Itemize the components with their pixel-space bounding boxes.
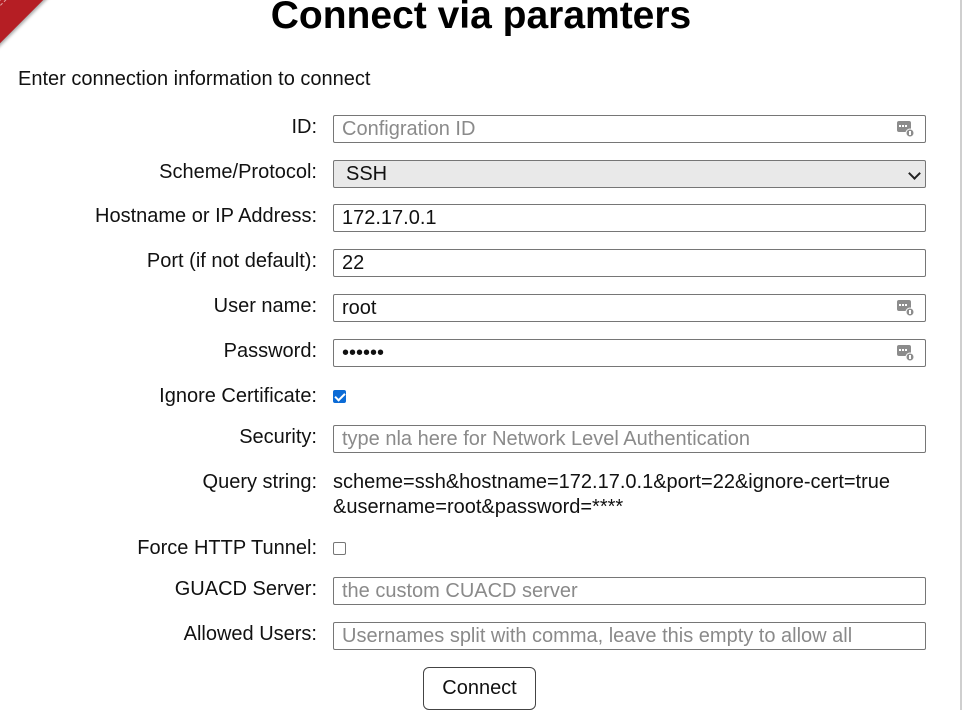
password-label: Password: <box>223 340 317 362</box>
page: Connect via paramters Enter connection i… <box>0 0 962 710</box>
allowed-users-label: Allowed Users: <box>183 623 317 645</box>
force-http-label: Force HTTP Tunnel: <box>137 537 317 559</box>
scheme-select[interactable]: SSH <box>333 160 926 188</box>
scheme-selected-value: SSH <box>346 163 388 185</box>
query-string-value: scheme=ssh&hostname=172.17.0.1&port=22&i… <box>333 471 891 518</box>
force-http-checkbox[interactable] <box>333 542 346 555</box>
port-label: Port (if not default): <box>146 250 317 272</box>
password-manager-key-icon[interactable] <box>897 300 914 316</box>
port-input[interactable] <box>333 249 926 277</box>
guacd-server-input[interactable] <box>333 577 926 605</box>
intro-text: Enter connection information to connect <box>18 68 371 90</box>
password-manager-key-icon[interactable] <box>897 121 914 137</box>
page-title: Connect via paramters <box>270 0 692 37</box>
hostname-input[interactable] <box>333 204 926 232</box>
id-label: ID: <box>291 116 317 138</box>
id-input[interactable] <box>333 115 926 143</box>
password-masked-value: •••••• <box>342 342 385 364</box>
allowed-users-input[interactable] <box>333 622 926 650</box>
password-input[interactable]: •••••• <box>333 339 926 367</box>
ignore-cert-checkbox[interactable] <box>333 390 346 403</box>
chevron-down-icon <box>908 167 921 180</box>
ignore-cert-label: Ignore Certificate: <box>159 385 317 407</box>
username-input[interactable] <box>333 294 926 322</box>
security-label: Security: <box>239 426 317 448</box>
hostname-label: Hostname or IP Address: <box>95 205 317 227</box>
scheme-label: Scheme/Protocol: <box>159 161 317 183</box>
guacd-label: GUACD Server: <box>174 578 317 600</box>
connect-button[interactable]: Connect <box>423 667 536 710</box>
password-manager-key-icon[interactable] <box>897 345 914 361</box>
security-input[interactable] <box>333 425 926 453</box>
username-label: User name: <box>213 295 317 317</box>
query-label: Query string: <box>202 471 317 493</box>
